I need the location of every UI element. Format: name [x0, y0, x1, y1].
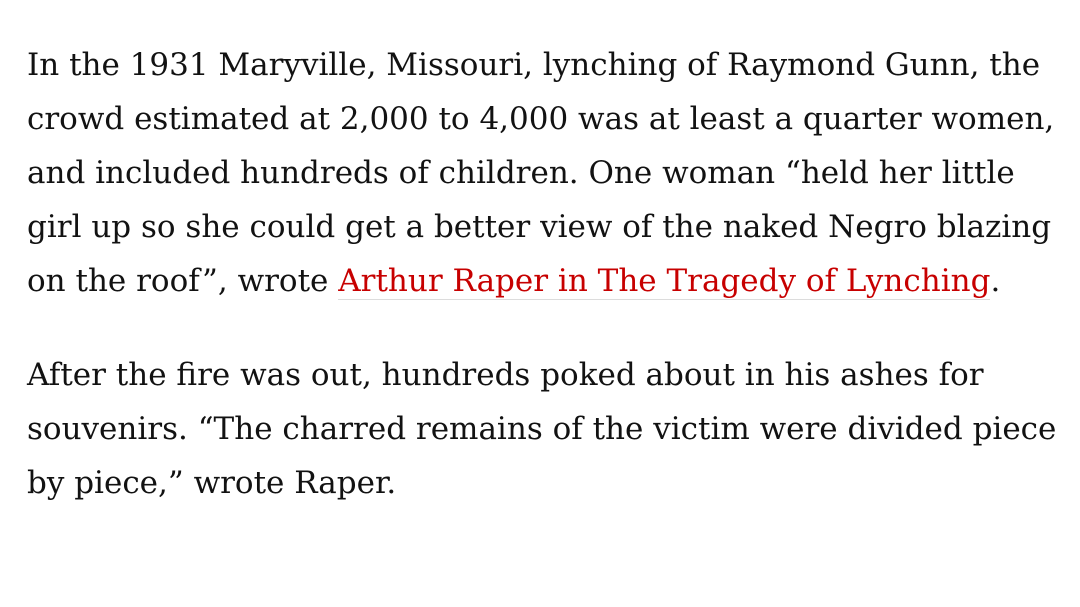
paragraph-end-punctuation: .: [990, 263, 1001, 299]
raper-book-link[interactable]: Arthur Raper in The Tragedy of Lynching: [338, 263, 991, 300]
paragraph-text: In the 1931 Maryville, Missouri, lynchin…: [27, 47, 1055, 299]
paragraph-souvenirs: After the fire was out, hundreds poked a…: [27, 357, 1057, 501]
article-body: In the 1931 Maryville, Missouri, lynchin…: [27, 38, 1057, 510]
paragraph-maryville-lynching: In the 1931 Maryville, Missouri, lynchin…: [27, 38, 1057, 308]
